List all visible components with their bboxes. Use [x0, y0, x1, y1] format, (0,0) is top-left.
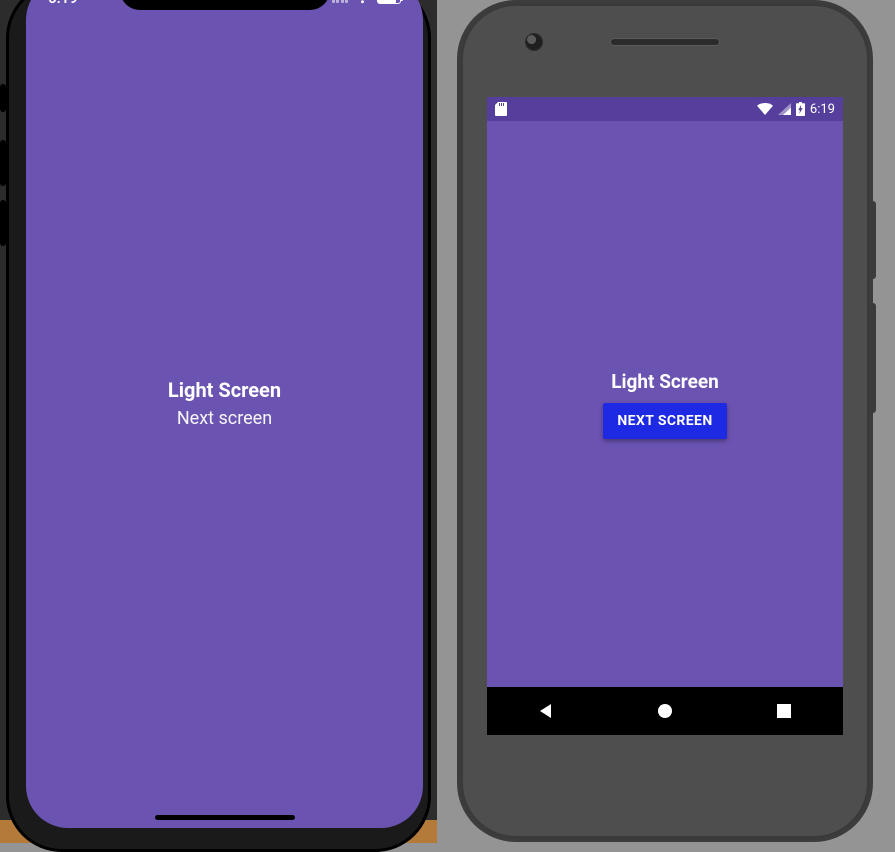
cellular-signal-icon — [778, 103, 791, 115]
android-device-frame: 6:19 Light Screen NEXT SCREEN — [460, 3, 870, 839]
wifi-icon — [757, 103, 773, 115]
android-power-button — [870, 201, 876, 279]
screen-title: Light Screen — [168, 378, 281, 402]
nav-back-icon[interactable] — [536, 701, 556, 721]
android-status-bar: 6:19 — [487, 97, 843, 121]
android-speaker — [610, 38, 720, 46]
ios-backdrop: 6:19 Light Screen Next screen — [0, 0, 437, 843]
ios-device-frame: 6:19 Light Screen Next screen — [6, 0, 431, 852]
next-screen-button[interactable]: NEXT SCREEN — [603, 403, 726, 439]
android-volume-button — [870, 303, 876, 413]
android-app-content: Light Screen NEXT SCREEN — [487, 121, 843, 687]
android-screen: 6:19 Light Screen NEXT SCREEN — [487, 97, 843, 735]
android-nav-bar — [487, 687, 843, 735]
screen-title: Light Screen — [611, 370, 719, 393]
nav-home-icon[interactable] — [655, 701, 675, 721]
android-front-camera — [526, 34, 542, 50]
ios-home-indicator[interactable] — [155, 815, 295, 820]
sd-card-icon — [495, 102, 507, 116]
battery-charging-icon — [796, 102, 805, 116]
nav-recents-icon[interactable] — [774, 701, 794, 721]
ios-app-content: Light Screen Next screen — [26, 0, 423, 828]
next-screen-button[interactable]: Next screen — [177, 408, 272, 429]
android-status-time: 6:19 — [810, 102, 835, 117]
ios-screen: 6:19 Light Screen Next screen — [26, 0, 423, 828]
